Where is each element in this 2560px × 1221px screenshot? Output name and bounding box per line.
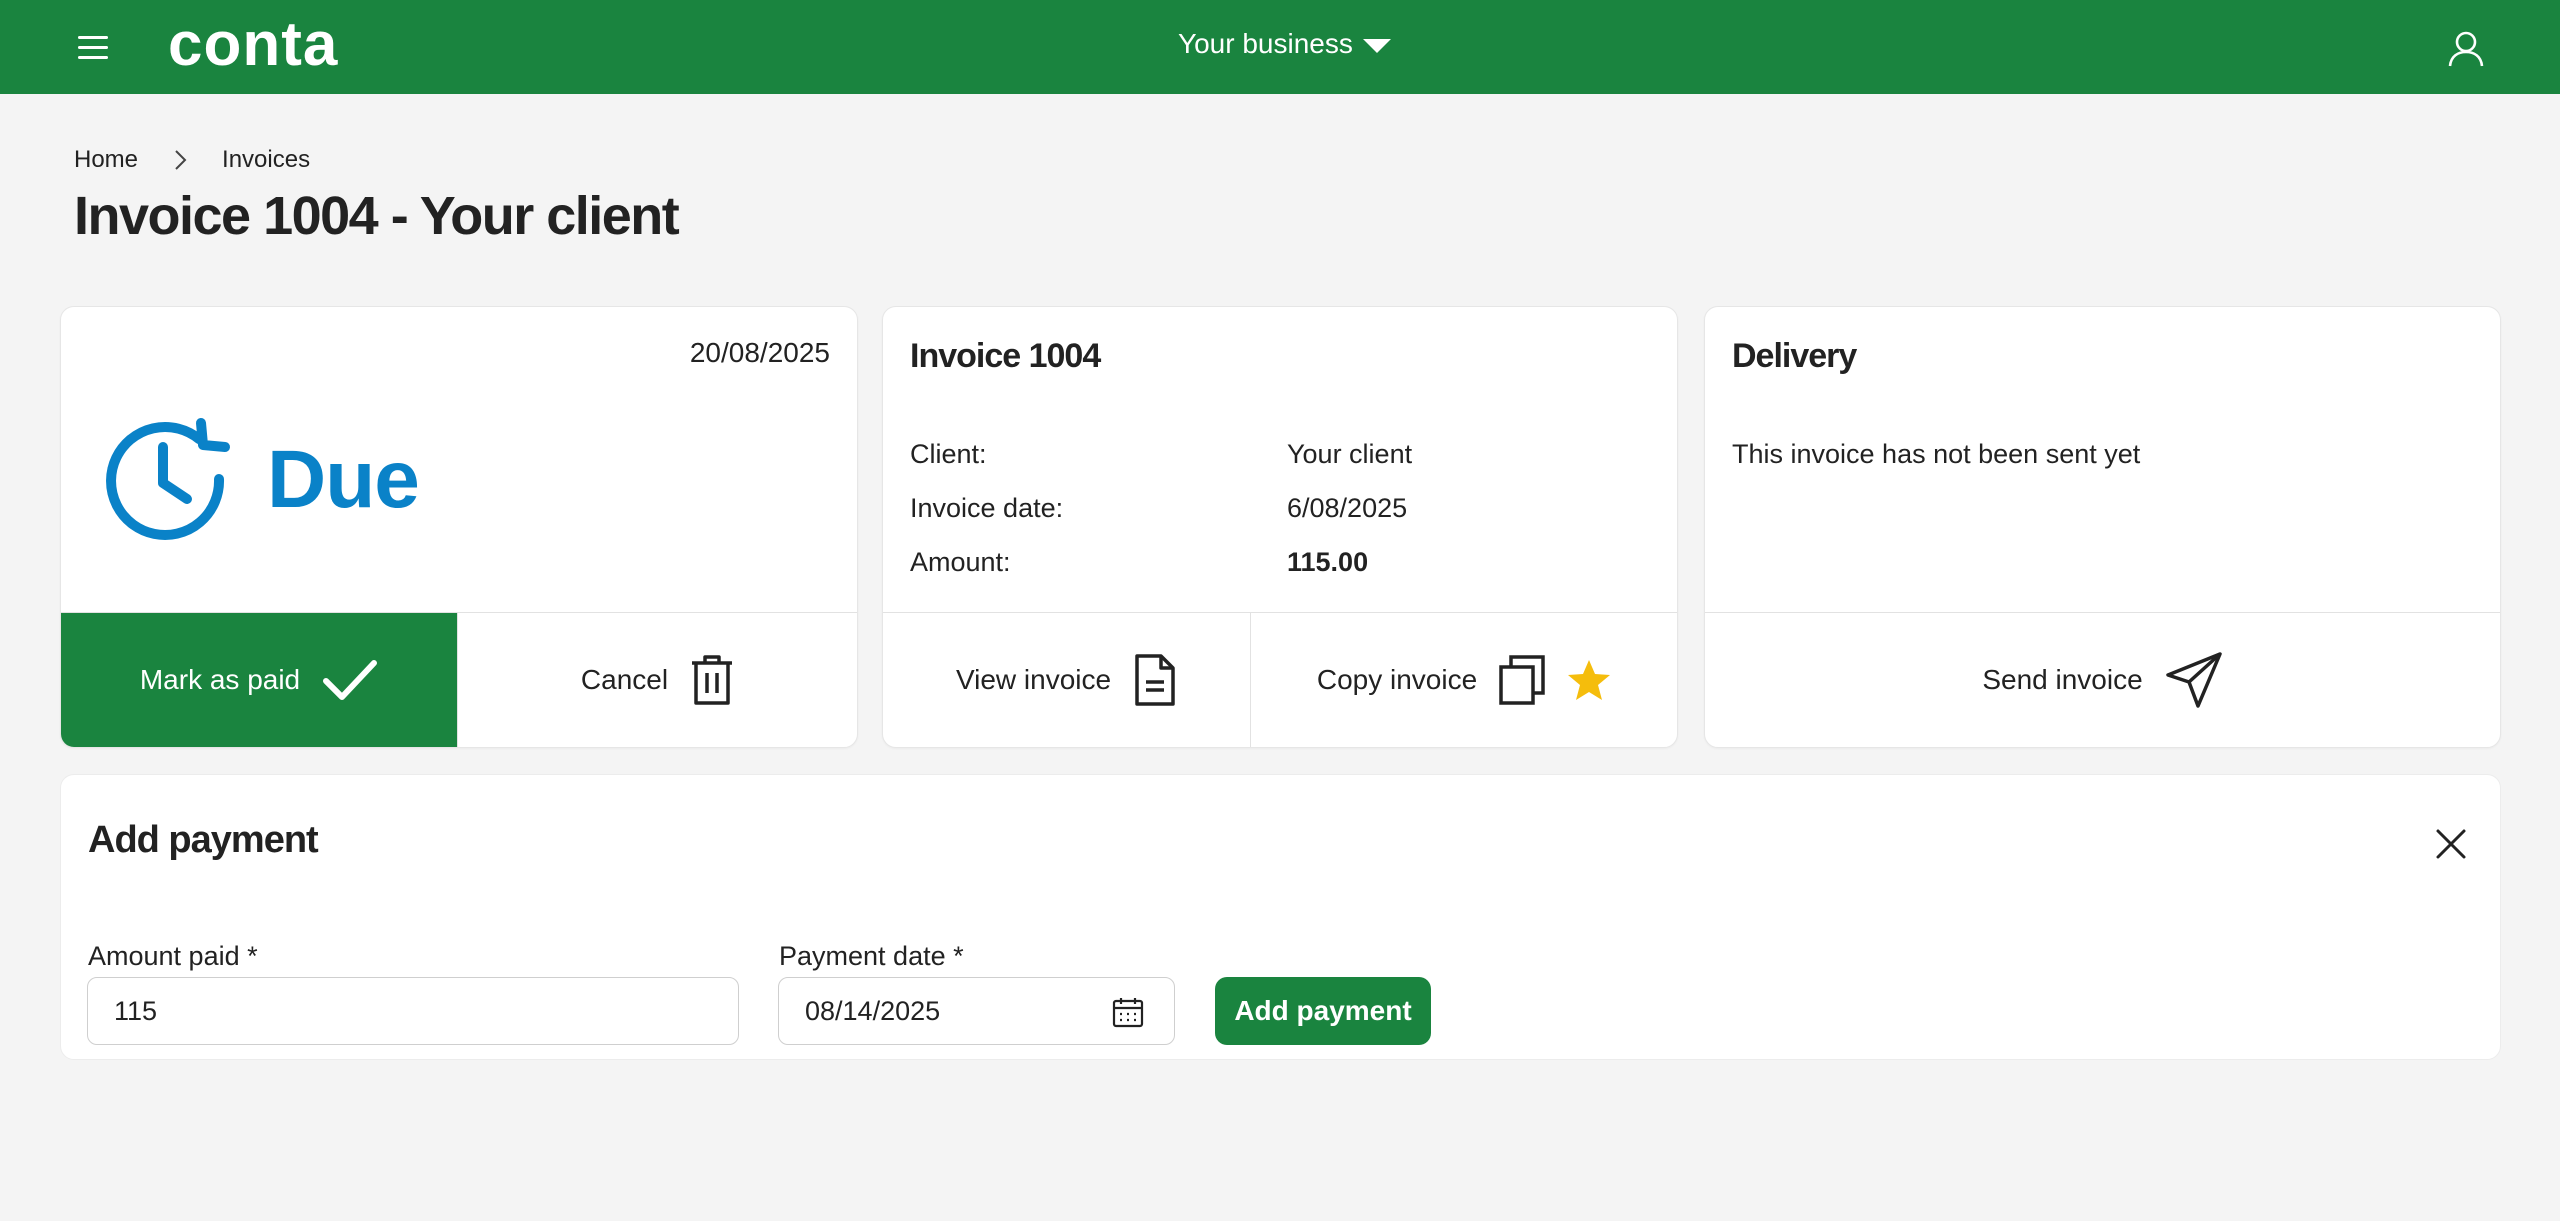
payment-date-value: 08/14/2025 [805, 995, 941, 1026]
mark-as-paid-button[interactable]: Mark as paid [61, 613, 457, 747]
invoice-card-title: Invoice 1004 [910, 337, 1101, 375]
caret-down-icon [1362, 38, 1391, 53]
close-icon[interactable] [2434, 827, 2468, 861]
document-icon [1135, 654, 1175, 706]
menu-icon[interactable] [78, 33, 112, 61]
user-icon[interactable] [2446, 28, 2486, 68]
amount-value: 115.00 [1287, 547, 1369, 577]
client-label: Client: [910, 439, 987, 469]
add-payment-panel: Add payment Amount paid * 115 Payment da… [60, 774, 2501, 1060]
calendar-icon[interactable] [1112, 996, 1144, 1028]
clock-refresh-icon [106, 418, 230, 540]
invoice-date-value: 6/08/2025 [1287, 493, 1408, 523]
copy-invoice-label: Copy invoice [1316, 664, 1478, 695]
client-value: Your client [1287, 439, 1413, 469]
trash-icon [692, 655, 733, 705]
top-bar: conta Your business [0, 0, 2560, 94]
business-selector-label: Your business [1178, 28, 1353, 59]
send-invoice-label: Send invoice [1982, 664, 2143, 695]
page-title: Invoice 1004 - Your client [74, 186, 680, 246]
copy-icon [1499, 655, 1545, 705]
breadcrumb: Home Invoices [74, 146, 310, 174]
payment-date-label: Payment date * [779, 941, 964, 971]
breadcrumb-invoices[interactable]: Invoices [222, 146, 310, 174]
due-date: 20/08/2025 [689, 337, 830, 368]
status-card-actions: Mark as paid Cancel [61, 612, 857, 747]
delivery-card-title: Delivery [1732, 337, 1857, 375]
invoice-date-label: Invoice date: [910, 493, 1064, 523]
invoice-details-card: Invoice 1004 Client: Your client Invoice… [882, 306, 1678, 748]
breadcrumb-home[interactable]: Home [74, 146, 138, 174]
amount-paid-label: Amount paid * [88, 941, 258, 971]
amount-paid-input[interactable]: 115 [87, 977, 739, 1045]
add-payment-title: Add payment [88, 819, 319, 861]
invoice-card-actions: View invoice Copy invoice [883, 612, 1677, 747]
amount-label: Amount: [910, 547, 1011, 577]
star-icon[interactable] [1567, 659, 1611, 701]
cancel-button[interactable]: Cancel [457, 613, 857, 747]
checkmark-icon [323, 660, 378, 700]
status-card: 20/08/2025 Due Mark as paid Cancel [60, 306, 858, 748]
delivery-card-actions: Send invoice [1705, 612, 2500, 747]
logo[interactable]: conta [168, 12, 338, 78]
delivery-status-text: This invoice has not been sent yet [1732, 439, 2141, 469]
business-selector[interactable]: Your business [1178, 28, 1391, 60]
view-invoice-label: View invoice [955, 664, 1112, 695]
delivery-card: Delivery This invoice has not been sent … [1704, 306, 2501, 748]
amount-paid-value: 115 [114, 995, 158, 1026]
cancel-label: Cancel [580, 664, 669, 695]
send-invoice-button[interactable]: Send invoice [1705, 613, 2500, 747]
mark-as-paid-label: Mark as paid [139, 664, 301, 695]
status-badge: Due [267, 434, 420, 525]
payment-date-input[interactable]: 08/14/2025 [778, 977, 1175, 1045]
paper-plane-icon [2165, 652, 2222, 708]
add-payment-button[interactable]: Add payment [1215, 977, 1431, 1045]
copy-invoice-button[interactable]: Copy invoice [1250, 613, 1677, 747]
chevron-right-icon [175, 150, 187, 170]
view-invoice-button[interactable]: View invoice [883, 613, 1250, 747]
